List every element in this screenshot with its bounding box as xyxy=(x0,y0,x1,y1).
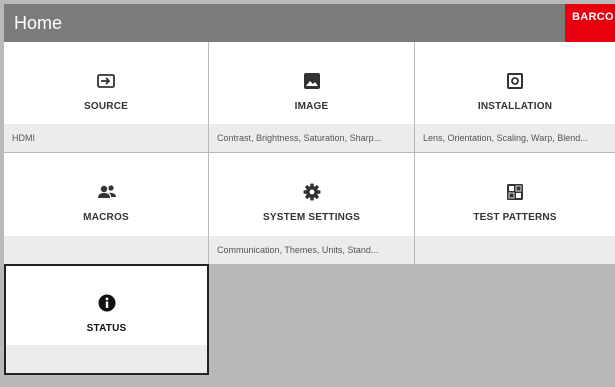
tile-image[interactable]: IMAGE Contrast, Brightness, Saturation, … xyxy=(209,42,414,152)
tile-image-label: IMAGE xyxy=(294,101,329,112)
tile-installation-label: INSTALLATION xyxy=(477,101,553,112)
gear-icon xyxy=(303,183,321,201)
tile-system-settings-subtitle: Communication, Themes, Units, Stand... xyxy=(209,236,414,264)
tile-installation[interactable]: INSTALLATION Lens, Orientation, Scaling,… xyxy=(415,42,615,152)
tile-status-subtitle xyxy=(6,345,207,373)
tile-macros-label: MACROS xyxy=(83,212,129,223)
projector-icon xyxy=(506,72,524,90)
tile-system-settings-label: SYSTEM SETTINGS xyxy=(263,212,360,223)
barco-logo: BARCO xyxy=(565,4,615,42)
tile-source-label: SOURCE xyxy=(84,101,128,112)
tile-test-patterns-subtitle xyxy=(415,236,615,264)
tile-macros-subtitle xyxy=(4,236,208,264)
tile-installation-subtitle: Lens, Orientation, Scaling, Warp, Blend.… xyxy=(415,124,615,152)
tile-source-subtitle: HDMI xyxy=(4,124,208,152)
image-icon xyxy=(303,72,321,90)
tile-macros[interactable]: MACROS xyxy=(4,153,208,264)
home-screen: Home BARCO SOURCE HDMI IMAGE Contrast, B… xyxy=(0,0,615,387)
page-title: Home xyxy=(14,13,63,33)
tile-status-label: STATUS xyxy=(86,323,127,334)
input-icon xyxy=(97,72,115,90)
header-bar: Home BARCO xyxy=(4,4,615,42)
tile-system-settings[interactable]: SYSTEM SETTINGS Communication, Themes, U… xyxy=(209,153,414,264)
logo-text: BARCO xyxy=(572,11,614,23)
tile-source[interactable]: SOURCE HDMI xyxy=(4,42,208,152)
tile-status[interactable]: STATUS xyxy=(4,264,209,375)
info-icon xyxy=(98,294,116,312)
grid-pattern-icon xyxy=(506,183,524,201)
people-icon xyxy=(97,183,116,201)
tile-image-subtitle: Contrast, Brightness, Saturation, Sharp.… xyxy=(209,124,414,152)
tile-test-patterns[interactable]: TEST PATTERNS xyxy=(415,153,615,264)
tile-test-patterns-label: TEST PATTERNS xyxy=(473,212,557,223)
